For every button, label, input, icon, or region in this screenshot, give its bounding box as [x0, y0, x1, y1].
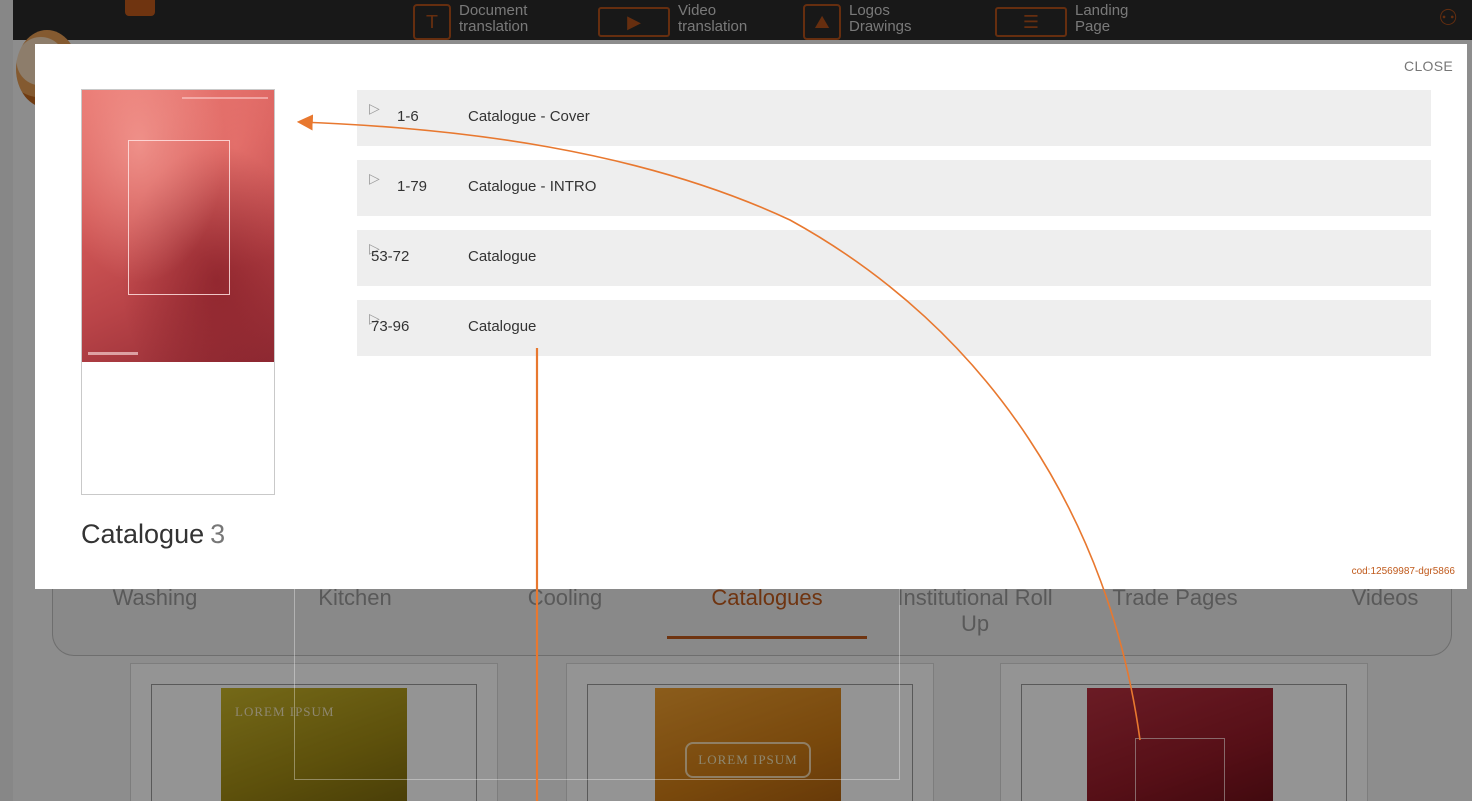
catalogue-thumbnail[interactable]	[81, 89, 275, 495]
thumbnail-image	[82, 90, 274, 362]
page-range: 53-72	[371, 248, 410, 265]
catalogue-row[interactable]: ▷ 53-72 Catalogue	[357, 230, 1431, 286]
catalogue-row[interactable]: ▷ 1-79 Catalogue - INTRO	[357, 160, 1431, 216]
catalogue-row[interactable]: ▷ 1-6 Catalogue - Cover	[357, 90, 1431, 146]
catalogue-modal: CLOSE Catalogue 3 ▷ 1-6 Catalogue - Cover…	[35, 44, 1467, 589]
catalogue-code: cod:12569987-dgr5866	[1351, 566, 1455, 577]
page-range: 1-79	[397, 178, 428, 195]
modal-title: Catalogue 3	[81, 519, 225, 550]
modal-count: 3	[210, 519, 226, 549]
play-triangle-icon: ▷	[369, 100, 380, 116]
thumbnail-text-line	[182, 97, 268, 99]
thumbnail-text-line	[88, 352, 138, 355]
catalogue-row[interactable]: ▷ 73-96 Catalogue	[357, 300, 1431, 356]
page-range: 73-96	[371, 318, 410, 335]
row-name: Catalogue - Cover	[468, 108, 590, 125]
thumbnail-inner-rect	[128, 140, 230, 295]
modal-title-text: Catalogue	[81, 519, 205, 549]
row-name: Catalogue	[468, 318, 537, 335]
page-range: 1-6	[397, 108, 419, 125]
faint-outline	[294, 560, 900, 780]
row-name: Catalogue - INTRO	[468, 178, 597, 195]
play-triangle-icon: ▷	[369, 170, 380, 186]
close-button[interactable]: CLOSE	[1404, 58, 1453, 74]
row-name: Catalogue	[468, 248, 537, 265]
